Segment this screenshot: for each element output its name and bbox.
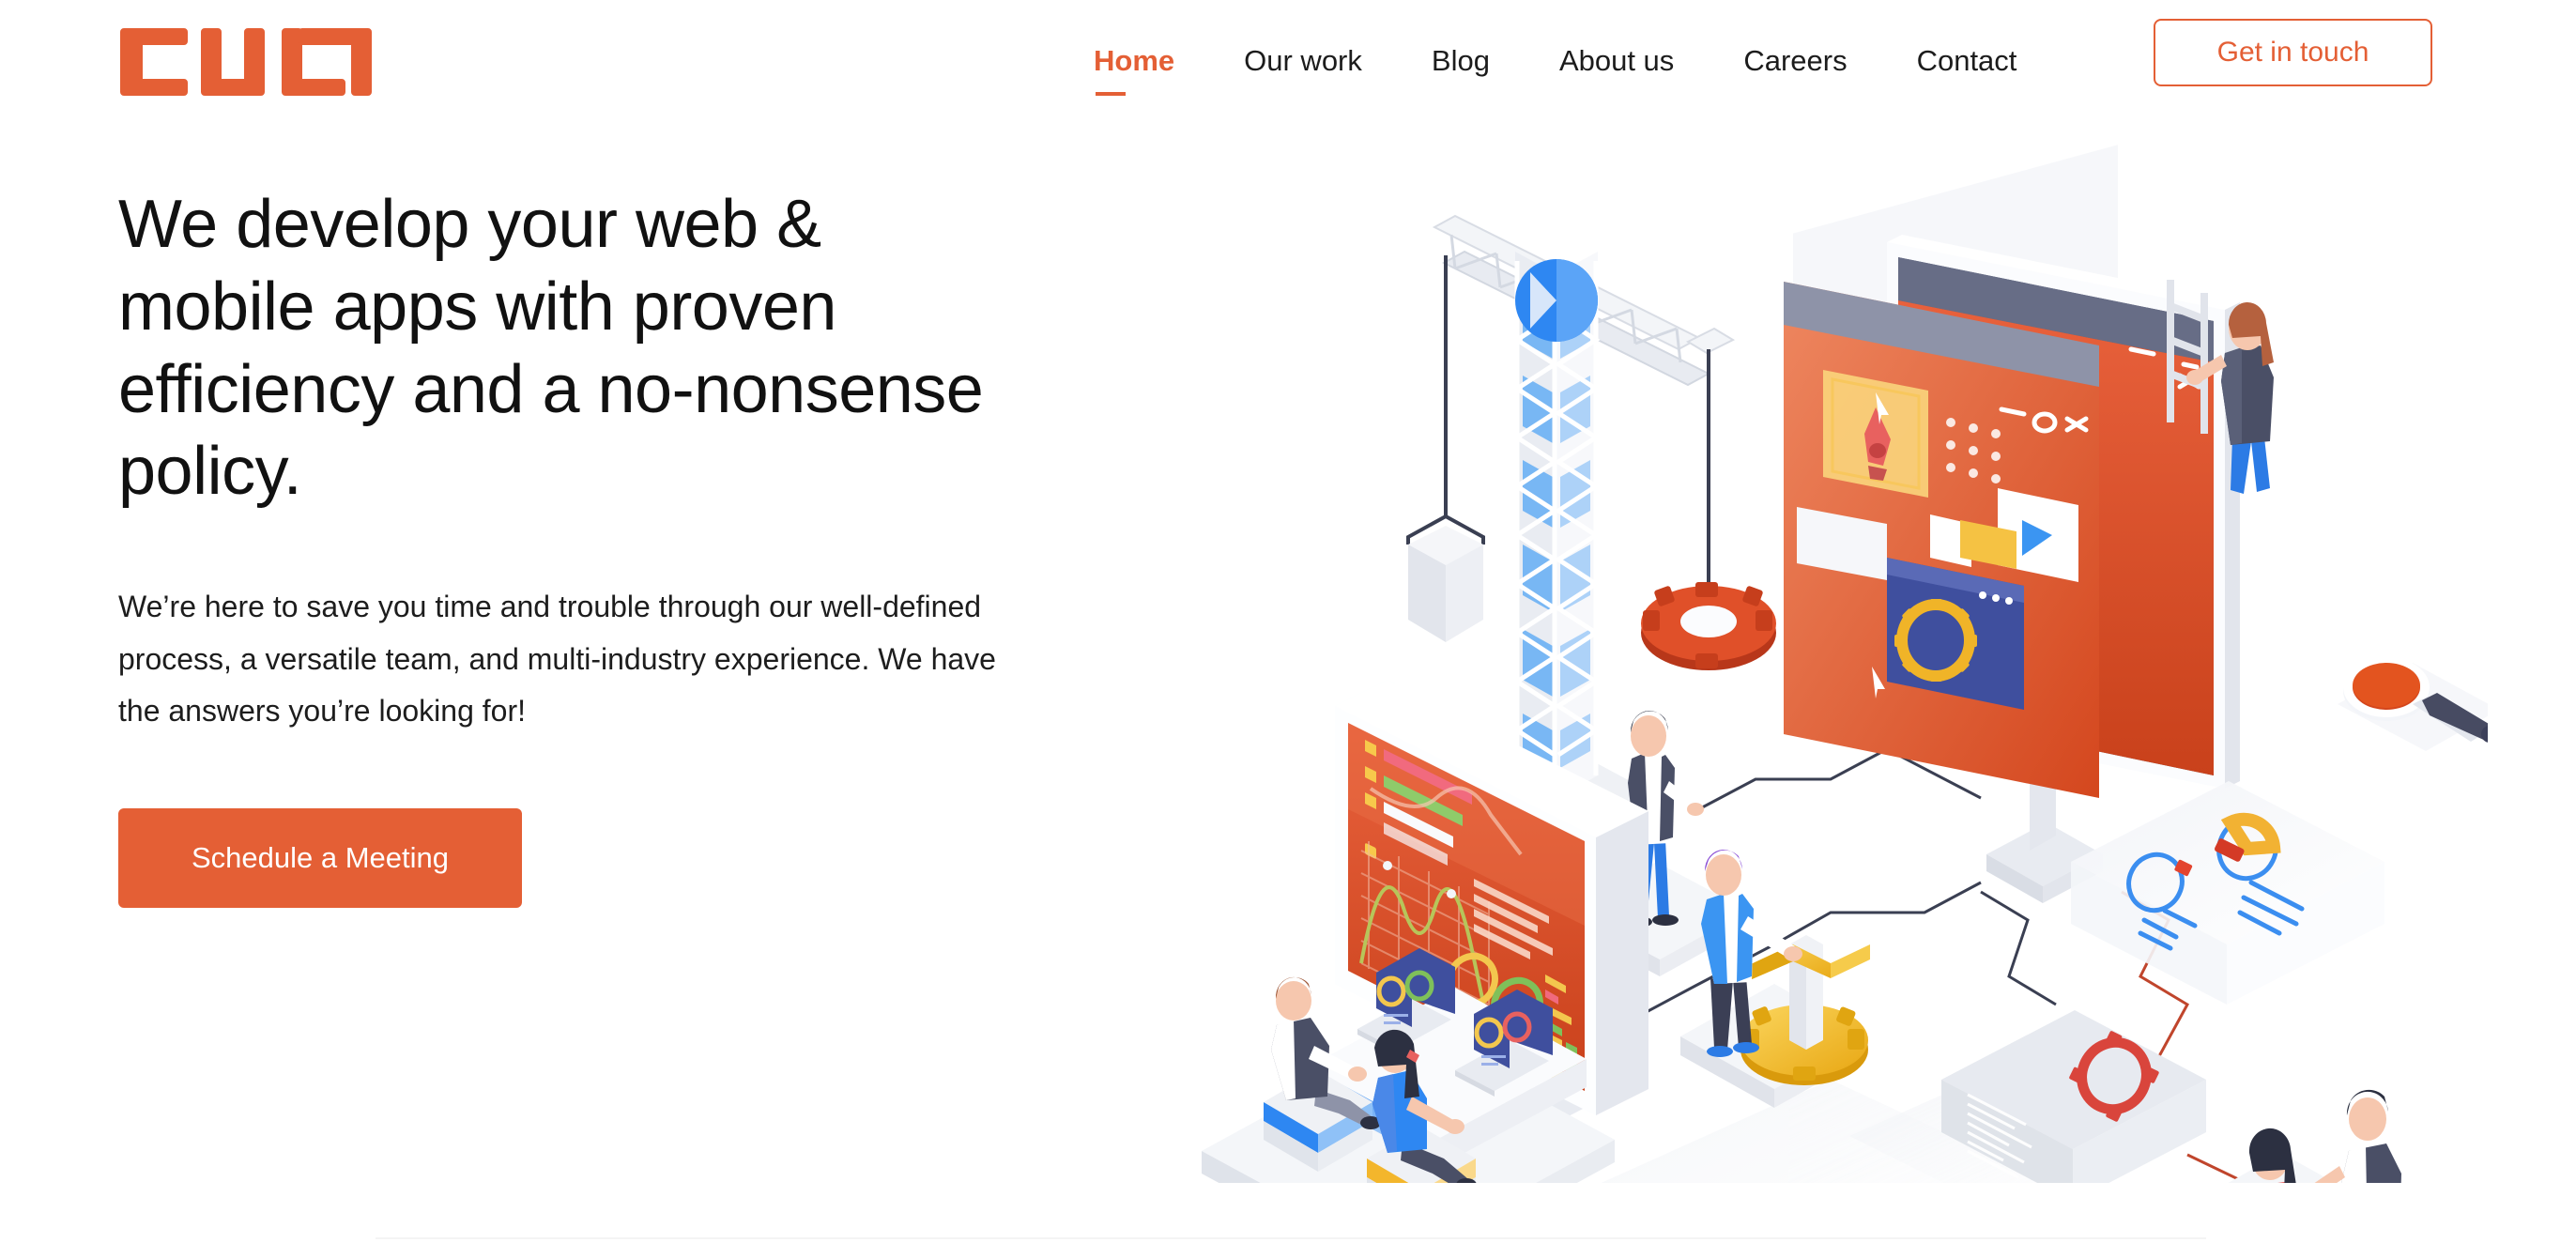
site-header: Home Our work Blog About us Careers Cont… — [0, 0, 2576, 120]
hero-content: We develop your web & mobile apps with p… — [118, 184, 1057, 909]
magnifying-glass — [2338, 657, 2488, 751]
hero-subtitle: We’re here to save you time and trouble … — [118, 590, 996, 729]
primary-navigation: Home Our work Blog About us Careers Cont… — [1094, 0, 2086, 120]
nav-item-contact[interactable]: Contact — [1917, 46, 2017, 75]
nav-item-label: About us — [1558, 43, 1675, 77]
nav-item-blog[interactable]: Blog — [1432, 46, 1490, 75]
nav-item-label: Contact — [1916, 43, 2017, 77]
nav-item-label: Careers — [1743, 43, 1848, 77]
design-app-window — [1784, 282, 2099, 798]
schedule-a-meeting-button[interactable]: Schedule a Meeting — [118, 808, 522, 909]
nav-item-label: Blog — [1431, 43, 1490, 77]
nav-item-label: Our work — [1244, 43, 1362, 77]
nav-item-careers[interactable]: Careers — [1743, 46, 1847, 75]
cult-wordmark-icon — [120, 28, 372, 96]
crane-cab — [1515, 259, 1598, 342]
nav-active-underline — [1096, 91, 1126, 96]
nav-item-home[interactable]: Home — [1094, 43, 1175, 96]
floating-code-panel-red-gear — [1941, 1010, 2206, 1183]
get-in-touch-button[interactable]: Get in touch — [2154, 19, 2432, 86]
cult-logo[interactable] — [118, 24, 400, 101]
nav-item-about-us[interactable]: About us — [1559, 46, 1674, 75]
page-root: Home Our work Blog About us Careers Cont… — [0, 0, 2576, 1243]
gold-gear-mechanism — [1737, 935, 1870, 1085]
nav-item-our-work[interactable]: Our work — [1244, 46, 1362, 75]
pen-tool-icon — [1823, 370, 1928, 498]
nav-item-label: Home — [1094, 43, 1175, 77]
crane-tower — [1512, 252, 1601, 798]
section-divider — [376, 1237, 2206, 1239]
hero-title: We develop your web & mobile apps with p… — [118, 187, 984, 510]
woman-figure — [2248, 1128, 2296, 1183]
hanging-cube — [1408, 526, 1483, 642]
large-monitor-design-app — [1784, 145, 2274, 903]
hero-illustration — [1173, 141, 2488, 1183]
